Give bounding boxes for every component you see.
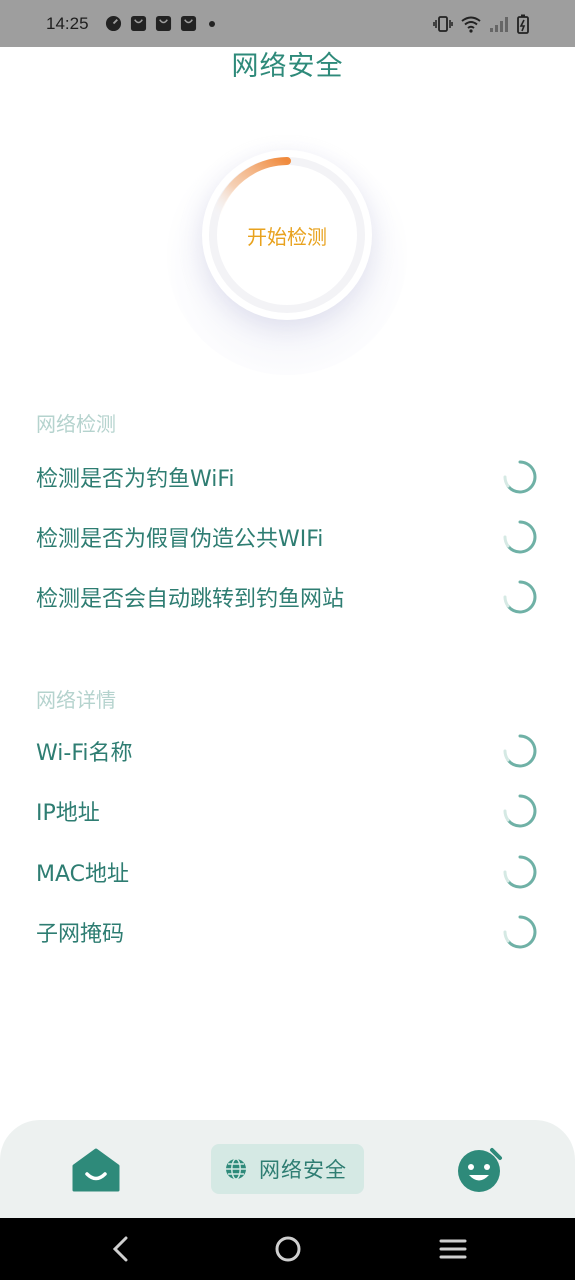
globe-icon [226, 1158, 246, 1180]
loading-spinner-icon [503, 794, 537, 828]
nav-profile-button[interactable] [456, 1146, 504, 1194]
detail-label: 子网掩码 [36, 922, 125, 947]
check-row-redirect-phishing-site: 检测是否会自动跳转到钓鱼网站 [36, 577, 538, 617]
home-circle-icon[interactable] [273, 1234, 303, 1264]
speedometer-icon [105, 15, 121, 32]
menu-icon[interactable] [438, 1234, 468, 1264]
smiley-face-icon [458, 1148, 502, 1192]
nav-network-security-tab[interactable]: 网络安全 [211, 1144, 364, 1194]
notification-icons [105, 15, 215, 32]
detail-row-mac-address: MAC地址 [36, 852, 538, 892]
nav-home-button[interactable] [70, 1144, 122, 1196]
dot-icon [208, 20, 215, 27]
detail-label: Wi-Fi名称 [36, 741, 133, 766]
battery-icon [517, 14, 529, 34]
page-title: 网络安全 [231, 51, 344, 82]
check-row-fake-public-wifi: 检测是否为假冒伪造公共WIFi [36, 517, 538, 557]
detail-row-ip-address: IP地址 [36, 791, 538, 831]
detail-row-subnet-mask: 子网掩码 [36, 912, 538, 952]
section-title-network-check: 网络检测 [36, 412, 116, 436]
loading-spinner-icon [503, 915, 537, 949]
section-title-network-details: 网络详情 [36, 688, 116, 712]
status-time: 14:25 [46, 13, 89, 33]
loading-spinner-icon [503, 734, 537, 768]
signal-icon [490, 16, 508, 32]
bag-icon [155, 15, 171, 32]
loading-spinner-icon [503, 520, 537, 554]
wifi-icon [461, 16, 481, 33]
loading-spinner-icon [503, 855, 537, 889]
scan-area: 开始检测 [142, 130, 432, 390]
check-label: 检测是否会自动跳转到钓鱼网站 [36, 587, 345, 612]
check-row-phishing-wifi: 检测是否为钓鱼WiFi [36, 457, 538, 497]
check-label: 检测是否为假冒伪造公共WIFi [36, 527, 324, 552]
bag-icon [180, 15, 196, 32]
system-status-icons [433, 14, 529, 34]
start-scan-button[interactable]: 开始检测 [202, 150, 372, 320]
check-label: 检测是否为钓鱼WiFi [36, 467, 235, 492]
detail-label: IP地址 [36, 801, 100, 826]
status-bar: 14:25 [0, 0, 575, 47]
detail-row-wifi-name: Wi-Fi名称 [36, 731, 538, 771]
system-nav-bar [0, 1218, 575, 1280]
back-icon[interactable] [108, 1234, 136, 1264]
loading-spinner-icon [503, 460, 537, 494]
home-icon [72, 1148, 120, 1192]
vibrate-icon [433, 15, 453, 32]
bottom-nav: 网络安全 [0, 1120, 575, 1220]
loading-spinner-icon [503, 580, 537, 614]
nav-network-label: 网络安全 [259, 1158, 347, 1182]
detail-label: MAC地址 [36, 862, 130, 887]
bag-icon [130, 15, 146, 32]
